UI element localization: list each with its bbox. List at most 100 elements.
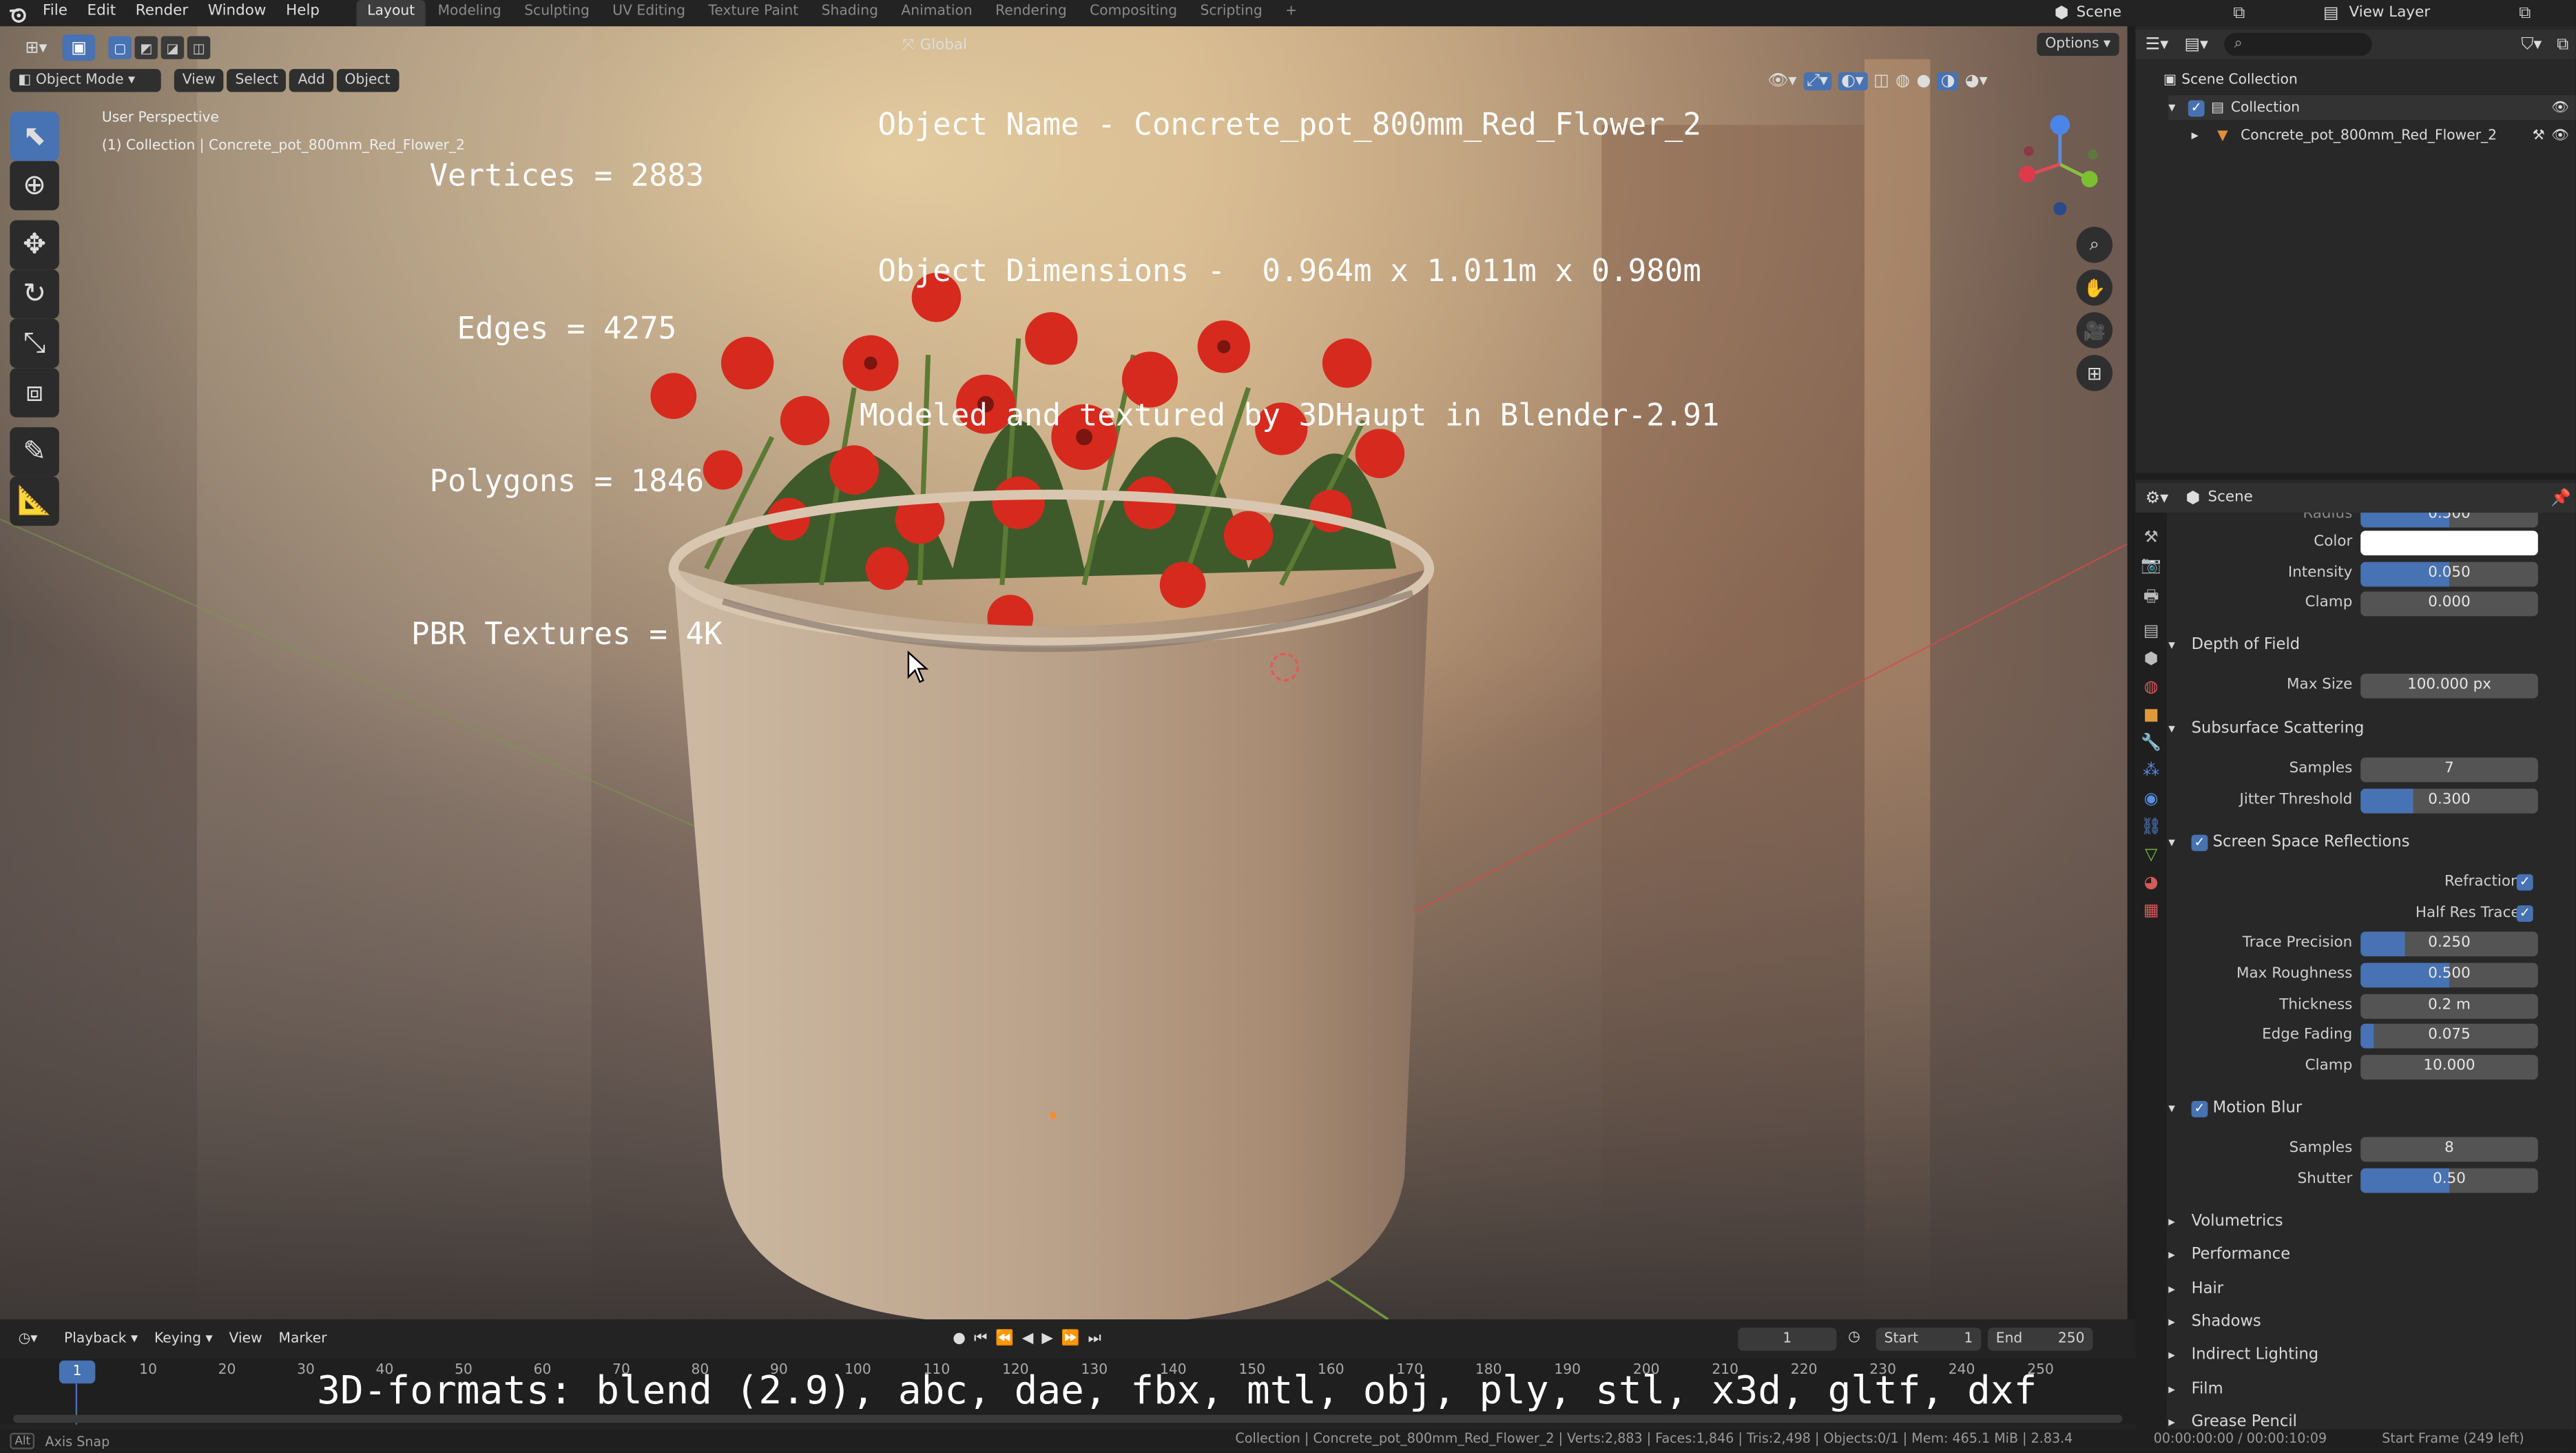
set-new-selection-icon[interactable]: ▢ bbox=[108, 36, 132, 59]
outliner-row-collection[interactable]: ▾ ✓ ▤ Collection 👁 bbox=[2168, 95, 2576, 121]
zoom-icon[interactable]: ⌕ bbox=[2076, 227, 2113, 263]
motion-blur-checkbox[interactable]: ✓ bbox=[2191, 1100, 2208, 1117]
cursor-tool-button[interactable]: ⊕ bbox=[10, 161, 59, 211]
tab-uv-editing[interactable]: UV Editing bbox=[601, 0, 697, 26]
tab-animation[interactable]: Animation bbox=[890, 0, 984, 26]
filter-icon[interactable]: ⛉▾ bbox=[2513, 35, 2549, 53]
jump-end-icon[interactable]: ⏭ bbox=[1088, 1331, 1101, 1348]
max-size-field[interactable]: 100.000 px bbox=[2360, 673, 2538, 699]
properties-editor-icon[interactable]: ⚙▾ bbox=[2136, 489, 2179, 507]
eye-icon[interactable]: 👁 bbox=[2551, 127, 2569, 144]
expand-arrow-icon[interactable]: ▾ bbox=[2168, 99, 2188, 116]
trace-precision-field[interactable]: 0.250 bbox=[2360, 931, 2538, 957]
menu-file[interactable]: File bbox=[33, 0, 78, 26]
intensity-field[interactable]: 0.050 bbox=[2360, 561, 2538, 587]
add-workspace-button[interactable]: + bbox=[1274, 0, 1308, 26]
half-res-checkbox[interactable]: ✓ bbox=[2516, 905, 2533, 922]
camera-view-icon[interactable]: 🎥 bbox=[2076, 312, 2113, 349]
tab-shading[interactable]: Shading bbox=[810, 0, 890, 26]
menu-keying[interactable]: Keying ▾ bbox=[146, 1331, 221, 1348]
display-mode-icon[interactable]: ▤▾ bbox=[2179, 35, 2214, 53]
outliner-editor-icon[interactable]: ☰▾ bbox=[2136, 35, 2179, 53]
transform-tool-button[interactable]: ⧈ bbox=[10, 368, 59, 418]
panel-hair[interactable]: ▸ Hair bbox=[2168, 1275, 2575, 1305]
solid-shading-icon[interactable]: ● bbox=[1917, 72, 1931, 90]
tab-rendering[interactable]: Rendering bbox=[984, 0, 1078, 26]
panel-motion-blur[interactable]: ▾ ✓ Motion Blur bbox=[2168, 1094, 2575, 1124]
menu-help[interactable]: Help bbox=[276, 0, 330, 26]
exclude-checkbox[interactable]: ✓ bbox=[2188, 99, 2205, 116]
panel-depth-of-field[interactable]: ▾ Depth of Field bbox=[2168, 631, 2575, 661]
panel-volumetrics[interactable]: ▸ Volumetrics bbox=[2168, 1208, 2575, 1237]
ssr-enable-checkbox[interactable]: ✓ bbox=[2191, 834, 2208, 851]
menu-window[interactable]: Window bbox=[198, 0, 276, 26]
gizmo-icon[interactable]: ⤢▾ bbox=[1803, 71, 1831, 90]
thickness-field[interactable]: 0.2 m bbox=[2360, 993, 2538, 1019]
jitter-threshold-field[interactable]: 0.300 bbox=[2360, 788, 2538, 814]
scale-tool-button[interactable]: ⤡ bbox=[10, 318, 59, 369]
visibility-icon[interactable]: 👁▾ bbox=[1767, 72, 1796, 90]
extend-selection-icon[interactable]: ◩ bbox=[134, 36, 158, 59]
tab-scripting[interactable]: Scripting bbox=[1189, 0, 1274, 26]
menu-render[interactable]: Render bbox=[125, 0, 198, 26]
panel-performance[interactable]: ▸ Performance bbox=[2168, 1241, 2575, 1270]
outliner-search-input[interactable]: ⌕ bbox=[2224, 32, 2372, 56]
select-box-tool-icon[interactable]: ▣ bbox=[62, 34, 96, 61]
menu-playback[interactable]: Playback ▾ bbox=[56, 1331, 146, 1348]
timeline-scrollbar[interactable] bbox=[13, 1414, 2123, 1423]
ssr-clamp-field[interactable]: 10.000 bbox=[2360, 1055, 2538, 1080]
new-scene-icon[interactable]: ⧉ bbox=[2227, 4, 2250, 22]
material-shading-icon[interactable]: ◑ bbox=[1937, 71, 1959, 90]
start-frame-field[interactable]: Start 1 bbox=[1876, 1328, 1982, 1351]
menu-object[interactable]: Object bbox=[336, 69, 399, 92]
menu-marker[interactable]: Marker bbox=[271, 1331, 335, 1348]
panel-indirect-lighting[interactable]: ▸ Indirect Lighting bbox=[2168, 1341, 2575, 1370]
menu-view[interactable]: View bbox=[174, 69, 224, 92]
next-keyframe-icon[interactable]: ⏩ bbox=[1061, 1331, 1080, 1348]
menu-add[interactable]: Add bbox=[289, 69, 333, 92]
outliner-row-object[interactable]: ▸ ▼ Concrete_pot_800mm_Red_Flower_2 ⚒ 👁 bbox=[2192, 123, 2576, 148]
overlays-icon[interactable]: ◐▾ bbox=[1838, 71, 1867, 90]
scene-selector[interactable]: ⬢ Scene ⧉ bbox=[2047, 0, 2251, 26]
current-frame-field[interactable]: 1 bbox=[1738, 1328, 1837, 1351]
selection-mode-group[interactable]: ▢ ◩ ◪ ◫ bbox=[108, 36, 211, 59]
measure-tool-button[interactable]: 📐 bbox=[10, 476, 59, 526]
rendered-shading-icon[interactable]: ◕▾ bbox=[1965, 72, 1988, 90]
panel-screen-space-reflections[interactable]: ▾ ✓ Screen Space Reflections bbox=[2168, 828, 2575, 858]
menu-timeline-view[interactable]: View bbox=[221, 1331, 271, 1348]
mb-samples-field[interactable]: 8 bbox=[2360, 1137, 2538, 1162]
tab-texture-paint[interactable]: Texture Paint bbox=[697, 0, 810, 26]
menu-select[interactable]: Select bbox=[227, 69, 287, 92]
timeline-editor-icon[interactable]: ◷▾ bbox=[0, 1331, 56, 1348]
refraction-checkbox[interactable]: ✓ bbox=[2516, 874, 2533, 891]
expand-arrow-icon[interactable]: ▸ bbox=[2192, 127, 2212, 144]
new-view-layer-icon[interactable]: ⧉ bbox=[2513, 4, 2536, 22]
edge-fading-field[interactable]: 0.075 bbox=[2360, 1023, 2538, 1049]
rotate-tool-button[interactable]: ↻ bbox=[10, 269, 59, 319]
options-dropdown[interactable]: Options ▾ bbox=[2037, 32, 2119, 56]
panel-subsurface-scattering[interactable]: ▾ Subsurface Scattering bbox=[2168, 714, 2575, 744]
wireframe-shading-icon[interactable]: ◍ bbox=[1895, 72, 1910, 90]
panel-shadows[interactable]: ▸ Shadows bbox=[2168, 1308, 2575, 1337]
subtract-selection-icon[interactable]: ◪ bbox=[160, 36, 185, 59]
eye-icon[interactable]: 👁 bbox=[2551, 99, 2569, 116]
clamp-field[interactable]: 0.000 bbox=[2360, 591, 2538, 617]
tab-compositing[interactable]: Compositing bbox=[1078, 0, 1188, 26]
prev-keyframe-icon[interactable]: ⏪ bbox=[995, 1331, 1014, 1348]
invert-selection-icon[interactable]: ◫ bbox=[187, 36, 211, 59]
panel-grease-pencil[interactable]: ▸ Grease Pencil bbox=[2168, 1408, 2575, 1430]
play-reverse-icon[interactable]: ◀ bbox=[1022, 1331, 1034, 1348]
pin-icon[interactable]: 📌 bbox=[2546, 489, 2576, 507]
select-tool-button[interactable]: ⬉ bbox=[10, 112, 59, 161]
panel-film[interactable]: ▸ Film bbox=[2168, 1375, 2575, 1405]
end-frame-field[interactable]: End 250 bbox=[1987, 1328, 2093, 1351]
tab-modeling[interactable]: Modeling bbox=[426, 0, 513, 26]
pan-hand-icon[interactable]: ✋ bbox=[2076, 269, 2113, 306]
radius-field[interactable]: 0.500 bbox=[2360, 513, 2538, 528]
annotate-tool-button[interactable]: ✎ bbox=[10, 427, 59, 477]
outliner-row-scene-collection[interactable]: ▣ Scene Collection bbox=[2159, 68, 2298, 92]
perspective-toggle-icon[interactable]: ⊞ bbox=[2076, 355, 2113, 391]
xray-icon[interactable]: ◫ bbox=[1873, 72, 1889, 90]
navigation-gizmo[interactable] bbox=[2007, 112, 2106, 227]
tab-layout[interactable]: Layout bbox=[355, 0, 426, 27]
